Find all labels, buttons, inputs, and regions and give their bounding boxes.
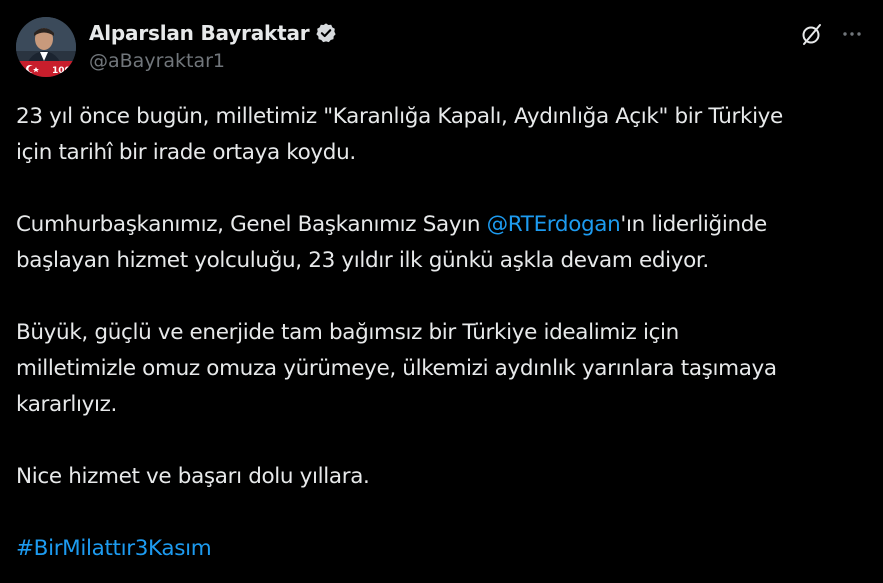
author-handle[interactable]: @aBayraktar1 bbox=[89, 50, 337, 72]
tweet-header: 100 Alparslan Bayraktar @aBayraktar1 bbox=[16, 17, 867, 79]
verified-badge-icon[interactable] bbox=[315, 22, 337, 44]
header-actions bbox=[799, 21, 865, 47]
paragraph-3: Büyük, güçlü ve enerjide tam bağımsız bi… bbox=[16, 320, 777, 417]
grok-slash-circle-icon[interactable] bbox=[799, 21, 825, 47]
avatar-image: 100 bbox=[16, 17, 76, 77]
paragraph-2: Cumhurbaşkanımız, Genel Başkanımız Sayın… bbox=[16, 207, 876, 279]
paragraph-2-start: Cumhurbaşkanımız, Genel Başkanımız Sayın bbox=[16, 212, 487, 237]
tweet: 100 Alparslan Bayraktar @aBayraktar1 23 … bbox=[0, 0, 883, 583]
tweet-text: 23 yıl önce bugün, milletimiz "Karanlığa… bbox=[16, 99, 876, 567]
display-name[interactable]: Alparslan Bayraktar bbox=[89, 21, 310, 45]
more-horizontal-icon[interactable] bbox=[839, 21, 865, 47]
mention-link[interactable]: @RTErdogan bbox=[487, 212, 621, 237]
hashtag-link[interactable]: #BirMilattır3Kasım bbox=[16, 536, 212, 561]
avatar[interactable]: 100 bbox=[16, 17, 76, 77]
hashtag-paragraph: #BirMilattır3Kasım bbox=[16, 531, 876, 567]
display-name-row: Alparslan Bayraktar bbox=[89, 19, 337, 47]
paragraph-4: Nice hizmet ve başarı dolu yıllara. bbox=[16, 464, 370, 489]
paragraph-1: 23 yıl önce bugün, milletimiz "Karanlığa… bbox=[16, 104, 783, 165]
svg-text:100: 100 bbox=[52, 66, 71, 76]
author-names: Alparslan Bayraktar @aBayraktar1 bbox=[89, 19, 337, 72]
